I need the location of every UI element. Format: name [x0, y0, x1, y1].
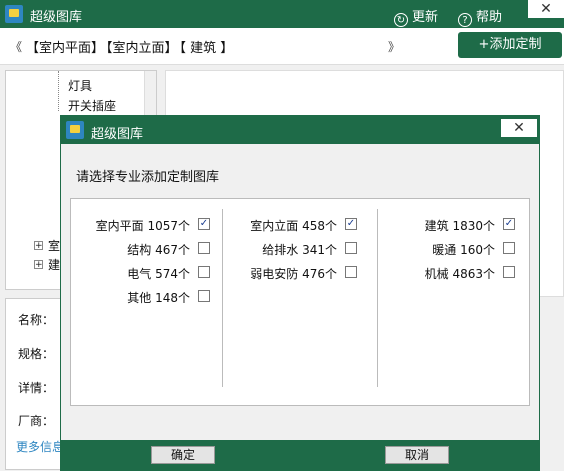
tree-connector: [58, 71, 59, 111]
checkbox[interactable]: [198, 266, 210, 278]
dialog-titlebar: 超级图库 ✕: [61, 116, 539, 144]
option-label: 其他 148个: [127, 291, 190, 305]
checkbox[interactable]: [345, 242, 357, 254]
tree-item-interior[interactable]: 室: [48, 237, 60, 254]
option-architecture[interactable]: 建筑 1830个 ✓: [391, 217, 515, 233]
help-button[interactable]: ? 帮助: [458, 6, 502, 27]
option-label: 电气 574个: [127, 267, 190, 281]
option-electrical[interactable]: 电气 574个: [81, 265, 210, 281]
dialog-footer: 确定 取消: [61, 440, 539, 470]
option-interior-plan[interactable]: 室内平面 1057个 ✓: [81, 217, 210, 233]
crumb-architecture[interactable]: 【 建筑 】: [180, 41, 234, 56]
help-label: 帮助: [476, 10, 503, 25]
close-icon: ✕: [540, 1, 552, 17]
update-label: 更新: [412, 10, 439, 25]
checkbox[interactable]: ✓: [503, 218, 515, 230]
option-other[interactable]: 其他 148个: [81, 289, 210, 305]
dialog-prompt: 请选择专业添加定制图库: [76, 170, 220, 185]
option-label: 给排水 341个: [262, 243, 337, 257]
option-label: 机械 4863个: [424, 267, 495, 281]
dialog-title: 超级图库: [91, 127, 144, 142]
option-mechanical[interactable]: 机械 4863个: [391, 265, 515, 281]
ok-button[interactable]: 确定: [151, 446, 215, 464]
crumb-interior-elevation[interactable]: 【室内立面】: [106, 41, 178, 56]
breadcrumb: 【室内平面】 【室内立面】【 建筑 】: [26, 37, 235, 56]
app-logo-icon: [5, 5, 23, 23]
expand-icon[interactable]: +: [34, 241, 43, 251]
more-info-link[interactable]: 更多信息: [16, 438, 64, 455]
close-icon: ✕: [513, 120, 525, 136]
tree-item-lamps[interactable]: 灯具: [68, 77, 92, 94]
add-custom-button[interactable]: +添加定制: [458, 32, 562, 58]
option-label: 室内立面 458个: [250, 219, 337, 233]
checkbox[interactable]: [503, 266, 515, 278]
discipline-options: 室内平面 1057个 ✓ 结构 467个 电气 574个 其他 148个 室内立…: [70, 198, 530, 406]
window-close-button[interactable]: ✕: [528, 0, 564, 18]
nav-next-button[interactable]: 》: [388, 38, 400, 55]
tree-item-architecture[interactable]: 建: [48, 256, 60, 273]
help-icon: ?: [458, 13, 472, 27]
option-label: 建筑 1830个: [424, 219, 495, 233]
update-button[interactable]: ↻ 更新: [394, 6, 438, 27]
refresh-icon: ↻: [394, 13, 408, 27]
option-hvac[interactable]: 暖通 160个: [391, 241, 515, 257]
checkbox[interactable]: ✓: [345, 218, 357, 230]
option-interior-elevation[interactable]: 室内立面 458个 ✓: [231, 217, 357, 233]
app-logo-icon: [66, 121, 84, 139]
app-titlebar: 超级图库 ↻ 更新 ? 帮助 ✕: [0, 0, 564, 28]
nav-prev-button[interactable]: 《: [10, 38, 22, 55]
option-plumbing[interactable]: 给排水 341个: [231, 241, 357, 257]
detail-label: 详情：: [18, 381, 55, 395]
checkbox[interactable]: [198, 290, 210, 302]
column-divider: [222, 209, 223, 387]
name-label: 名称：: [18, 313, 55, 327]
option-low-voltage-security[interactable]: 弱电安防 476个: [231, 265, 357, 281]
vendor-label: 厂商：: [18, 414, 55, 428]
app-title: 超级图库: [30, 10, 83, 25]
checkbox[interactable]: [503, 242, 515, 254]
option-label: 弱电安防 476个: [250, 267, 337, 281]
option-label: 结构 467个: [127, 243, 190, 257]
option-label: 室内平面 1057个: [95, 219, 190, 233]
crumb-interior-plan[interactable]: 【室内平面】: [26, 41, 104, 56]
dialog-close-button[interactable]: ✕: [501, 119, 537, 137]
checkbox[interactable]: ✓: [198, 218, 210, 230]
option-label: 暖通 160个: [432, 243, 495, 257]
add-custom-dialog: 超级图库 ✕ 请选择专业添加定制图库 室内平面 1057个 ✓ 结构 467个 …: [60, 115, 540, 471]
checkbox[interactable]: [345, 266, 357, 278]
expand-icon[interactable]: +: [34, 260, 43, 270]
spec-label: 规格：: [18, 347, 55, 361]
tree-item-switches[interactable]: 开关插座: [68, 97, 116, 114]
checkbox[interactable]: [198, 242, 210, 254]
column-divider: [377, 209, 378, 387]
cancel-button[interactable]: 取消: [385, 446, 449, 464]
option-structure[interactable]: 结构 467个: [81, 241, 210, 257]
category-navbar: 《 【室内平面】 【室内立面】【 建筑 】 》 +添加定制: [0, 28, 564, 65]
